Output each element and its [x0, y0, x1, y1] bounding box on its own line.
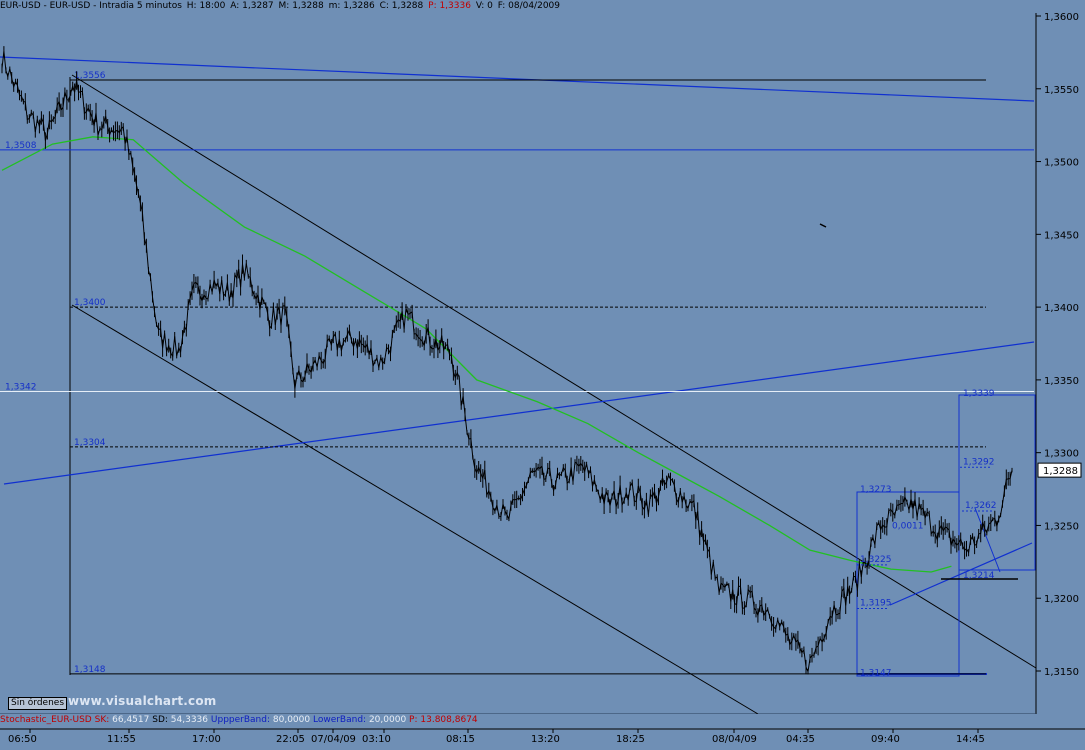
indicator-upper-value: 80,0000: [272, 715, 311, 725]
y-tick-label-1-3150: 1,3150: [1044, 667, 1079, 678]
box-label-1-3339: 1,3339: [963, 389, 995, 399]
header-p: P: 1,3336: [428, 1, 471, 11]
x-tick-label-13-20: 13:20: [531, 734, 560, 745]
indicator-name: Stochastic_EUR-USD: [0, 715, 92, 725]
indicator-sd-value: 54,3336: [170, 715, 209, 725]
current-price-label: 1,3288: [1043, 466, 1078, 477]
y-tick-label-1-3450: 1,3450: [1044, 230, 1079, 241]
indicator-upper-label: UppperBand:: [210, 715, 270, 725]
indicator-p-value: 13.808,8674: [420, 715, 478, 725]
y-tick-label-1-3500: 1,3500: [1044, 158, 1079, 169]
header-a: A: 1,3287: [230, 1, 274, 11]
y-tick-label-1-3300: 1,3300: [1044, 449, 1079, 460]
header-m: M: 1,3288: [278, 1, 324, 11]
indicator-lower-value: 20,0000: [368, 715, 407, 725]
box-label-1-3292: 1,3292: [963, 457, 995, 467]
level-label-1-3304: 1,3304: [74, 438, 106, 448]
x-tick-label-18-25: 18:25: [616, 734, 645, 745]
orders-button[interactable]: Sin órdenes: [8, 697, 68, 710]
chart-root: 1,3556 1,3508 1,3400 1,3342 1,3304 1,3148 1,3…: [0, 0, 1085, 746]
header-low: m: 1,3286: [328, 1, 375, 11]
y-tick-label-1-3200: 1,3200: [1044, 594, 1079, 605]
level-label-1-3508: 1,3508: [5, 141, 37, 151]
x-tick-label-09-40: 09:40: [871, 734, 900, 745]
indicator-sd-label: SD:: [152, 715, 168, 725]
y-tick-label-1-3600: 1,3600: [1044, 12, 1079, 23]
chart-header: EUR-USD - EUR-USD - Intradia 5 minutos H…: [0, 0, 1040, 13]
y-tick-label-1-3400: 1,3400: [1044, 303, 1079, 314]
y-tick-label-1-3350: 1,3350: [1044, 376, 1079, 387]
box-label-1-3262: 1,3262: [965, 501, 997, 511]
x-tick-label-07-04-09: 07/04/09: [311, 734, 356, 745]
y-tick-label-1-3550: 1,3550: [1044, 85, 1079, 96]
header-f: F: 08/04/2009: [497, 1, 560, 11]
x-tick-label-08-15: 08:15: [446, 734, 475, 745]
x-tick-label-08-04-09: 08/04/09: [712, 734, 757, 745]
header-symbol: EUR-USD - EUR-USD - Intradia 5 minutos: [0, 1, 182, 11]
indicator-p-label: P:: [409, 715, 418, 725]
indicator-sk-label: SK:: [94, 715, 110, 725]
box-label-1-3214: 1,3214: [963, 571, 995, 581]
header-c: C: 1,3288: [379, 1, 424, 11]
difference-annotation: 0,0011: [892, 521, 924, 531]
indicator-bar: Stochastic_EUR-USD SK: 66,4517 SD: 54,33…: [0, 714, 1040, 727]
x-tick-label-17-00: 17:00: [192, 734, 221, 745]
x-tick-label-03-10: 03:10: [362, 734, 391, 745]
price-chart[interactable]: 1,3556 1,3508 1,3400 1,3342 1,3304 1,3148 1,3…: [0, 0, 1085, 746]
level-label-1-3342: 1,3342: [5, 383, 37, 393]
box-label-1-3225: 1,3225: [860, 555, 892, 565]
x-tick-label-06-50: 06:50: [8, 734, 37, 745]
header-h: H: 18:00: [186, 1, 226, 11]
x-tick-label-22-05: 22:05: [276, 734, 305, 745]
y-tick-label-1-3250: 1,3250: [1044, 521, 1079, 532]
indicator-sk-value: 66,4517: [112, 715, 150, 725]
x-tick-label-11-55: 11:55: [107, 734, 136, 745]
level-label-1-3556: 1,3556: [74, 71, 106, 81]
box-label-1-3273: 1,3273: [860, 485, 892, 495]
level-label-1-3148: 1,3148: [74, 665, 106, 675]
box-label-1-3147: 1,3147: [860, 668, 892, 678]
header-v: V: 0: [475, 1, 493, 11]
x-tick-label-04-35: 04:35: [786, 734, 815, 745]
level-label-1-3400: 1,3400: [74, 298, 106, 308]
box-label-1-3195: 1,3195: [860, 599, 892, 609]
indicator-lower-label: LowerBand:: [312, 715, 367, 725]
x-tick-label-14-45: 14:45: [956, 734, 985, 745]
watermark-text: www.visualchart.com: [68, 694, 217, 708]
